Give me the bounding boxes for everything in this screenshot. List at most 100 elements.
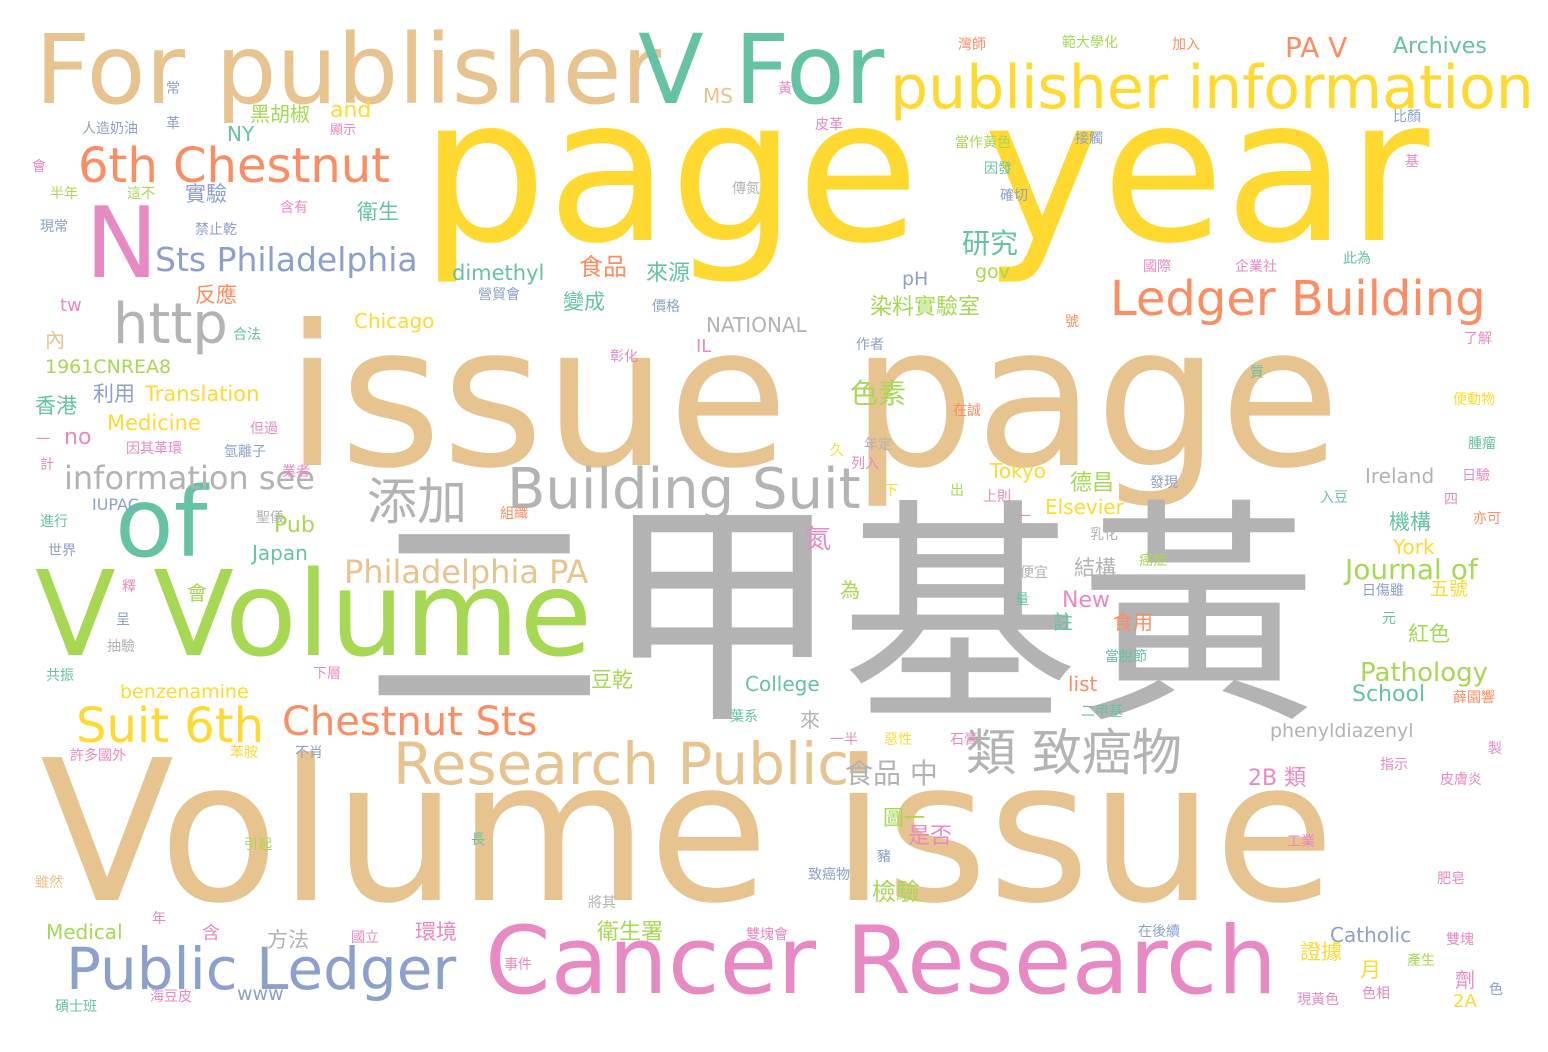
word: phenyldiazenyl xyxy=(1270,720,1414,742)
word: 比顏 xyxy=(1393,109,1421,125)
word: 利用 xyxy=(93,382,135,406)
word: 色相 xyxy=(1362,986,1390,1002)
word: 皮革 xyxy=(815,117,843,133)
word: 製 xyxy=(1488,741,1502,757)
word: 引起 xyxy=(244,837,272,853)
word: 海豆皮 xyxy=(150,989,192,1005)
word: 豆乾 xyxy=(591,668,633,692)
word: 國際 xyxy=(1143,259,1171,275)
word: 機構 xyxy=(1389,510,1431,534)
word: 葉系 xyxy=(730,709,758,725)
word: 顯示 xyxy=(330,123,357,138)
word: 當作黃色 xyxy=(955,135,1011,151)
word: N xyxy=(85,187,159,301)
word: 此為 xyxy=(1343,251,1371,267)
word: 惡性 xyxy=(884,732,912,748)
word: 會 xyxy=(32,159,46,175)
word: 德昌 xyxy=(1070,471,1115,496)
word: Sts Philadelphia xyxy=(155,240,418,279)
word: 列入 xyxy=(851,456,879,472)
word: gov xyxy=(975,261,1010,283)
word: 一 xyxy=(1017,509,1031,525)
word: 現常 xyxy=(40,219,68,235)
word: 實驗 xyxy=(185,182,227,206)
word: 因發 xyxy=(984,161,1012,177)
word: 當脫節 xyxy=(1105,649,1147,665)
word: 企業社 xyxy=(1235,259,1277,275)
word: 國立 xyxy=(351,930,379,946)
word: 長 xyxy=(471,832,485,848)
word-cloud: Volume issue issue page page year 二甲基黃 V… xyxy=(0,0,1548,1052)
word: 灣師 xyxy=(958,37,986,53)
word: 事件 xyxy=(504,957,532,973)
word: 世界 xyxy=(48,543,76,559)
word: 在後續 xyxy=(1138,924,1180,940)
word: New xyxy=(1062,588,1110,613)
word: 進行 xyxy=(40,514,68,530)
word: 價格 xyxy=(652,299,680,315)
word: 色素 xyxy=(850,377,907,410)
word: Suit 6th xyxy=(76,698,265,754)
word: 結構 xyxy=(1074,556,1116,580)
word: 營貿會 xyxy=(478,287,520,303)
word: V For xyxy=(638,14,885,126)
word: Medicine xyxy=(107,411,201,435)
word: 基 xyxy=(1405,154,1419,170)
word: 皮膚炎 xyxy=(1440,772,1482,788)
word: 業者 xyxy=(282,464,310,480)
word: 腫瘤 xyxy=(1468,436,1496,452)
word: 上則 xyxy=(983,489,1011,505)
word: 薛園響 xyxy=(1453,690,1495,706)
word: 癌症 xyxy=(1139,553,1167,569)
word: 2A xyxy=(1453,991,1477,1012)
word: 但過 xyxy=(250,421,278,437)
word: pH xyxy=(902,268,929,290)
word: IUPAC xyxy=(92,495,139,514)
word: 現黃色 xyxy=(1297,992,1339,1008)
word: 含 xyxy=(202,923,220,944)
word: 黑胡椒 xyxy=(250,102,310,126)
word: 註 xyxy=(1053,610,1073,634)
word: 在誠 xyxy=(953,403,981,419)
word: and xyxy=(330,98,372,123)
word: dimethyl xyxy=(452,261,545,285)
word: 抽驗 xyxy=(107,639,135,655)
word: 加入 xyxy=(1172,37,1200,53)
word: 含有 xyxy=(280,200,308,216)
word: 環境 xyxy=(415,920,457,944)
word: 類 致癌物 xyxy=(966,724,1182,782)
word: list xyxy=(1068,672,1098,696)
word: Philadelphia PA xyxy=(344,553,589,591)
word: York xyxy=(1393,535,1435,559)
word: 碩士班 xyxy=(55,999,97,1015)
word: 來源 xyxy=(646,261,691,286)
word: 確切 xyxy=(1000,188,1028,204)
word: 2B 類 xyxy=(1248,766,1307,791)
word: Translation xyxy=(145,382,260,406)
word: 方法 xyxy=(267,928,309,952)
word: 不肖 xyxy=(295,745,323,761)
word: 苯胺 xyxy=(230,745,258,761)
word: 這不 xyxy=(127,186,155,202)
word: 衛生 xyxy=(357,200,399,224)
word: 染料實驗室 xyxy=(870,295,981,320)
word: 食用 xyxy=(1113,610,1153,634)
word: 乳化 xyxy=(1090,527,1118,543)
word: 傳氮 xyxy=(732,181,760,197)
word: NY xyxy=(227,122,255,146)
word: 五號 xyxy=(1430,578,1469,600)
word: 出 xyxy=(950,483,964,499)
word: 下 xyxy=(884,483,898,499)
word: 會 xyxy=(187,581,207,605)
word: 一半 xyxy=(830,732,858,748)
word: Building Suit xyxy=(507,457,861,522)
word: College xyxy=(745,672,820,696)
word: 作者 xyxy=(856,337,884,353)
word: 雙塊 xyxy=(1446,932,1474,948)
word: 月 xyxy=(1360,958,1381,982)
word: 許多國外 xyxy=(70,748,126,764)
word: 接觸 xyxy=(1075,131,1103,147)
word: no xyxy=(64,425,92,450)
word: 肥皂 xyxy=(1437,871,1465,887)
word: 色 xyxy=(1489,982,1503,998)
